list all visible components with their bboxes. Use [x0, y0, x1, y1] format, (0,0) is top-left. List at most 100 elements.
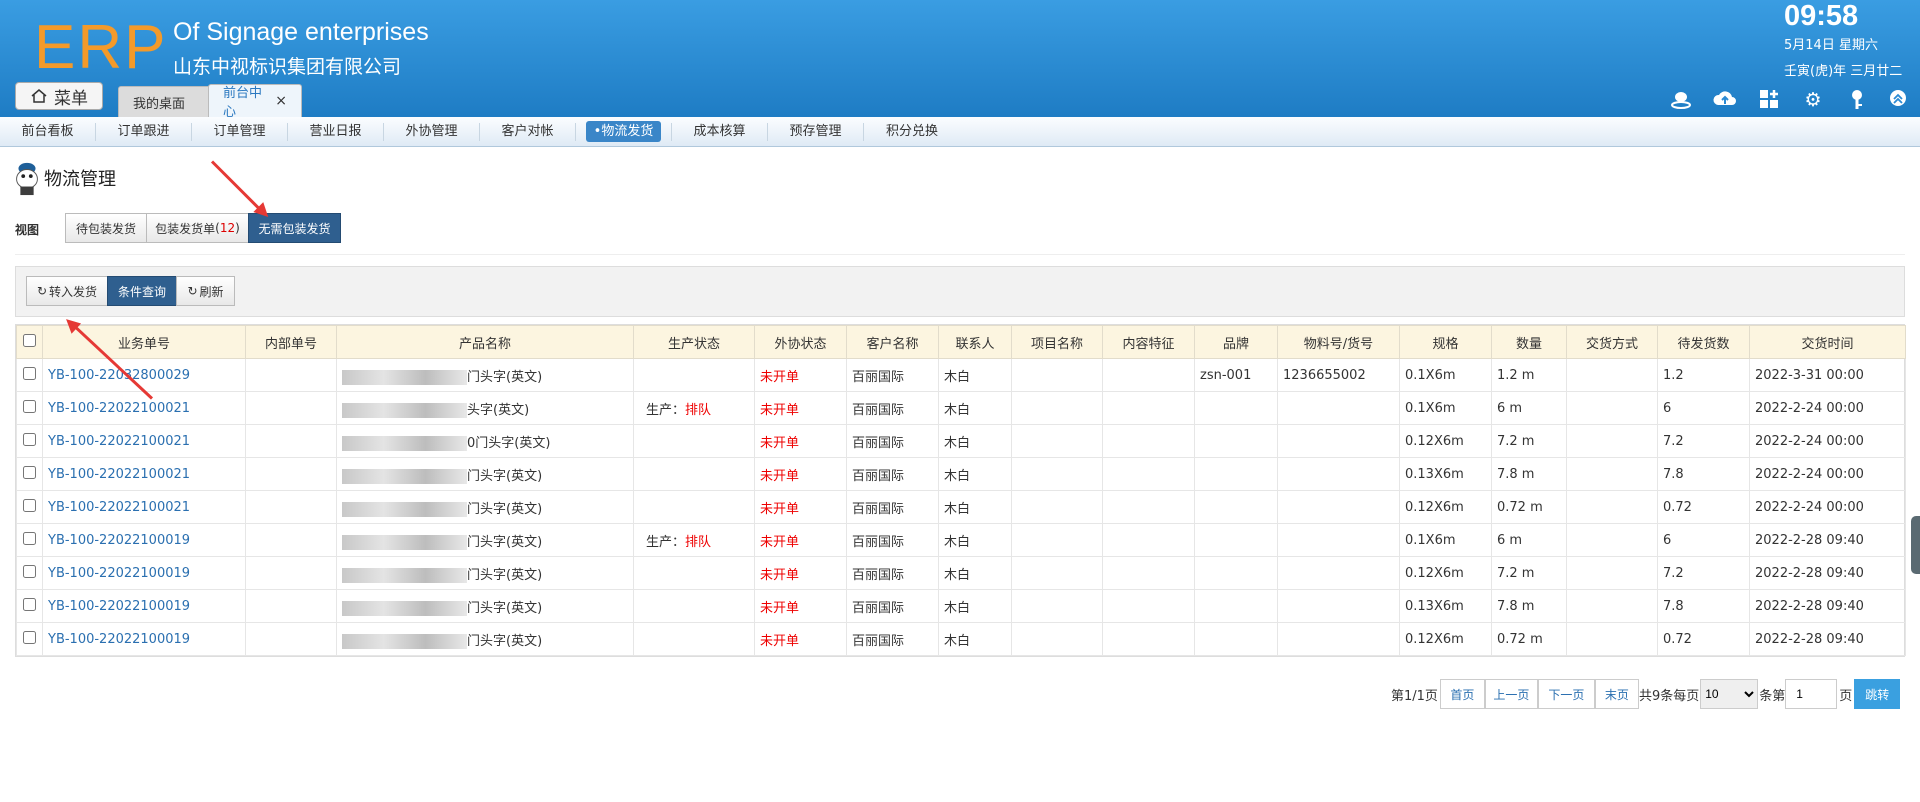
nav-item[interactable]: 客户对帐	[480, 122, 576, 141]
condition-query-button[interactable]: 条件查询	[107, 276, 177, 306]
contact-cell: 木白	[938, 523, 1012, 557]
row-select-cell	[16, 523, 43, 557]
column-header[interactable]: 数量	[1491, 325, 1567, 359]
order-link[interactable]: YB-100-22022100019	[42, 589, 246, 623]
page-size-select[interactable]: 10	[1700, 679, 1759, 709]
order-link[interactable]: YB-100-22022100019	[42, 622, 246, 656]
column-header[interactable]: 外协状态	[754, 325, 847, 359]
refresh-button[interactable]: ↻ 刷新	[176, 276, 235, 306]
nav-item[interactable]: 积分兑换	[864, 123, 960, 141]
row-checkbox[interactable]	[23, 432, 36, 446]
production-status-cell: 生产：排队	[633, 523, 755, 557]
transfer-ship-button[interactable]: ↻ 转入发货	[26, 276, 108, 306]
close-icon[interactable]: ×	[275, 93, 287, 109]
nav-item[interactable]: 前台看板	[0, 122, 96, 141]
nav-item-logistics[interactable]: •物流发货	[576, 120, 672, 142]
nav-item[interactable]: 订单跟进	[96, 122, 192, 141]
due-cell: 2022-3-31 00:00	[1749, 358, 1906, 392]
customer-cell: 百丽国际	[846, 424, 939, 458]
nav-item[interactable]: 成本核算	[672, 122, 768, 141]
select-all-checkbox[interactable]	[23, 333, 36, 347]
column-header[interactable]: 品牌	[1194, 325, 1278, 359]
project-cell	[1011, 391, 1103, 425]
pending-cell: 0.72	[1657, 622, 1750, 656]
row-checkbox[interactable]	[23, 630, 36, 644]
column-header[interactable]: 联系人	[938, 325, 1012, 359]
menu-button[interactable]: 菜单	[15, 82, 103, 110]
project-cell	[1011, 457, 1103, 491]
table-row[interactable]: YB-100-22022100021 门头字(英文) 未开单 百丽国际 木白 0.12X6…	[16, 490, 1906, 524]
column-header[interactable]: 生产状态	[633, 325, 755, 359]
row-checkbox[interactable]	[23, 564, 36, 578]
view-button-label: 无需包装发货	[258, 221, 331, 236]
nav-item[interactable]: 外协管理	[384, 122, 480, 141]
tab-front-center[interactable]: 前台中心 ×	[208, 84, 302, 120]
order-link[interactable]: YB-100-22022100019	[42, 523, 246, 557]
column-header[interactable]: 项目名称	[1011, 325, 1103, 359]
table-row[interactable]: YB-100-22022100019 门头字(英文) 未开单 百丽国际 木白 0.12X6…	[16, 556, 1906, 590]
product-name: 门头字(英文)	[467, 468, 543, 484]
column-header[interactable]: 交货时间	[1749, 325, 1906, 359]
outsource-status-cell: 未开单	[754, 490, 847, 524]
nav-item[interactable]: 预存管理	[768, 122, 864, 141]
next-page-button[interactable]: 下一页	[1537, 679, 1595, 709]
column-header[interactable]: 内容特征	[1102, 325, 1195, 359]
redacted-block	[342, 600, 467, 616]
column-header[interactable]: 交货方式	[1566, 325, 1658, 359]
order-link[interactable]: YB-100-22022100021	[42, 490, 246, 524]
view-pack-orders-button[interactable]: 包装发货单(12)	[146, 213, 249, 243]
table-row[interactable]: YB-100-22022100021 门头字(英文) 未开单 百丽国际 木白 0.13X6…	[16, 457, 1906, 491]
row-checkbox[interactable]	[23, 465, 36, 479]
contact-cell: 木白	[938, 358, 1012, 392]
product-name: 门头字(英文)	[467, 633, 543, 649]
product-cell: 门头字(英文)	[336, 457, 634, 491]
last-page-button[interactable]: 末页	[1594, 679, 1639, 709]
table-row[interactable]: YB-100-22032800029 门头字(英文) 未开单 百丽国际 木白 zsn-00…	[16, 358, 1906, 392]
order-link[interactable]: YB-100-22022100019	[42, 556, 246, 590]
clock-time: 09:58	[1784, 0, 1859, 32]
table-row[interactable]: YB-100-22022100019 门头字(英文) 生产：排队 未开单 百丽国际 木白 0…	[16, 523, 1906, 557]
prev-page-button[interactable]: 上一页	[1484, 679, 1538, 709]
nav-item[interactable]: 订单管理	[192, 122, 288, 141]
jump-button[interactable]: 跳转	[1854, 679, 1901, 709]
nav-item[interactable]: 营业日报	[288, 122, 384, 141]
user-icon[interactable]	[1669, 88, 1693, 112]
row-checkbox[interactable]	[23, 399, 36, 413]
column-header[interactable]: 产品名称	[336, 325, 634, 359]
column-header[interactable]: 客户名称	[846, 325, 939, 359]
column-header[interactable]: 规格	[1399, 325, 1492, 359]
row-checkbox[interactable]	[23, 366, 36, 380]
side-panel-handle[interactable]	[1911, 516, 1920, 574]
qty-cell: 7.2 m	[1491, 556, 1567, 590]
table-row[interactable]: YB-100-22022100021 0门头字(英文) 未开单 百丽国际 木白 0.12X…	[16, 424, 1906, 458]
row-checkbox[interactable]	[23, 597, 36, 611]
production-status-cell	[633, 589, 755, 623]
cloud-upload-icon[interactable]	[1713, 88, 1737, 112]
spec-cell: 0.1X6m	[1399, 391, 1492, 425]
goto-page-input[interactable]	[1785, 679, 1838, 709]
table-row[interactable]: YB-100-22022100021 头字(英文) 生产：排队 未开单 百丽国际 木白 0.…	[16, 391, 1906, 425]
column-header[interactable]: 物料号/货号	[1277, 325, 1400, 359]
collapse-icon[interactable]	[1886, 88, 1910, 112]
row-checkbox[interactable]	[23, 498, 36, 512]
brand-cell	[1194, 490, 1278, 524]
table-row[interactable]: YB-100-22022100019 门头字(英文) 未开单 百丽国际 木白 0.12X6…	[16, 622, 1906, 656]
first-page-button[interactable]: 首页	[1439, 679, 1485, 709]
column-header[interactable]: 待发货数	[1657, 325, 1750, 359]
order-link[interactable]: YB-100-22022100021	[42, 424, 246, 458]
grid-add-icon[interactable]	[1757, 88, 1781, 112]
gear-icon[interactable]: ⚙	[1801, 88, 1825, 112]
table-row[interactable]: YB-100-22022100019 门头字(英文) 未开单 百丽国际 木白 0.13X6…	[16, 589, 1906, 623]
order-link[interactable]: YB-100-22022100021	[42, 391, 246, 425]
material-cell	[1277, 622, 1400, 656]
row-checkbox[interactable]	[23, 531, 36, 545]
tab-my-desktop[interactable]: 我的桌面	[118, 86, 214, 117]
order-link[interactable]: YB-100-22032800029	[42, 358, 246, 392]
inner-cell	[245, 457, 337, 491]
view-pending-pack-button[interactable]: 待包装发货	[65, 213, 147, 243]
product-name: 门头字(英文)	[467, 534, 543, 550]
key-icon[interactable]	[1845, 88, 1869, 112]
order-link[interactable]: YB-100-22022100021	[42, 457, 246, 491]
column-header[interactable]: 内部单号	[245, 325, 337, 359]
content-cell	[1102, 391, 1195, 425]
